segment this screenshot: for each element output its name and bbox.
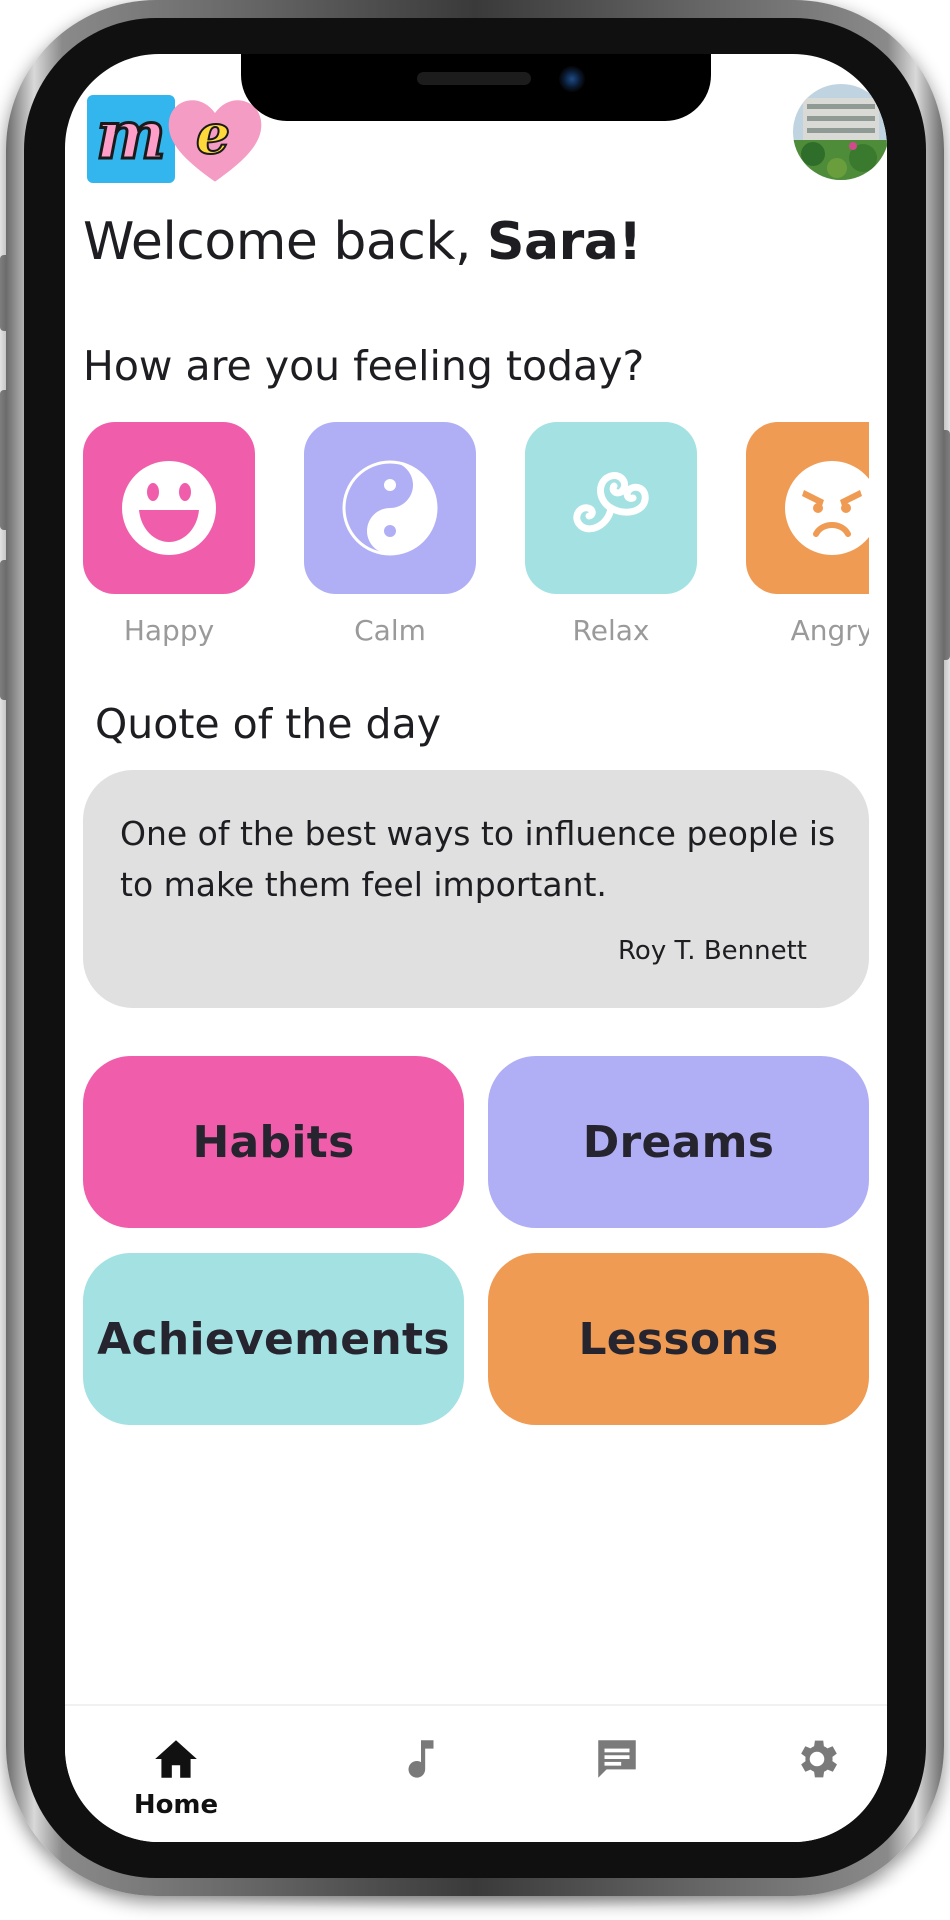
front-camera: [559, 66, 585, 92]
avatar-photo: [793, 84, 887, 180]
mood-label: Happy: [123, 614, 215, 647]
gear-icon: [801, 1740, 837, 1778]
lessons-button[interactable]: Lessons: [488, 1253, 869, 1425]
mood-carousel[interactable]: Happy Calm Relax Angry: [83, 422, 869, 662]
nav-item-home[interactable]: Home: [116, 1706, 236, 1842]
mood-tile-relax[interactable]: [525, 422, 697, 594]
nav-item-settings[interactable]: [757, 1706, 877, 1842]
mood-label: Angry: [790, 614, 869, 647]
mood-tile-calm[interactable]: [304, 422, 476, 594]
nav-label-home: Home: [133, 1790, 219, 1820]
logo-letter-m: m: [87, 95, 175, 183]
triskele-icon: [573, 472, 649, 533]
smile-icon: [122, 461, 216, 555]
mood-section-title: How are you feeling today?: [83, 342, 645, 390]
mood-happy[interactable]: Happy: [83, 422, 255, 662]
yin-yang-icon: [342, 460, 438, 556]
greeting-prefix: Welcome back,: [83, 212, 472, 272]
phone-notch: [241, 54, 711, 121]
home-icon: [155, 1740, 197, 1778]
habits-button[interactable]: Habits: [83, 1056, 464, 1228]
quote-text: One of the best ways to influence people…: [120, 814, 836, 904]
speaker-grille: [417, 72, 531, 85]
mood-tile-happy[interactable]: [83, 422, 255, 594]
nav-item-messages[interactable]: [557, 1706, 677, 1842]
quote-author: Roy T. Bennett: [618, 936, 807, 966]
quote-section-title: Quote of the day: [95, 700, 441, 748]
chat-icon: [598, 1740, 636, 1778]
bottom-nav: Home: [65, 1704, 887, 1842]
achievements-button[interactable]: Achievements: [83, 1253, 464, 1425]
welcome-heading: Welcome back, Sara!: [83, 212, 642, 272]
mood-tile-angry[interactable]: [746, 422, 869, 594]
user-name: Sara!: [487, 212, 642, 272]
logo-letter-e: e: [195, 102, 231, 166]
mood-calm[interactable]: Calm: [304, 422, 476, 662]
mood-relax[interactable]: Relax: [525, 422, 697, 662]
avatar[interactable]: [793, 84, 887, 180]
angry-face-icon: [785, 461, 869, 555]
nav-item-music[interactable]: [361, 1706, 481, 1842]
mood-label: Calm: [354, 614, 426, 647]
quote-card: One of the best ways to influence people…: [83, 770, 869, 1008]
music-note-icon: [408, 1740, 434, 1778]
mood-angry[interactable]: Angry: [746, 422, 869, 662]
mood-label: Relax: [572, 614, 650, 647]
app-screen: m e Welcome back, Sara! How are you feel…: [65, 54, 887, 1842]
dreams-button[interactable]: Dreams: [488, 1056, 869, 1228]
